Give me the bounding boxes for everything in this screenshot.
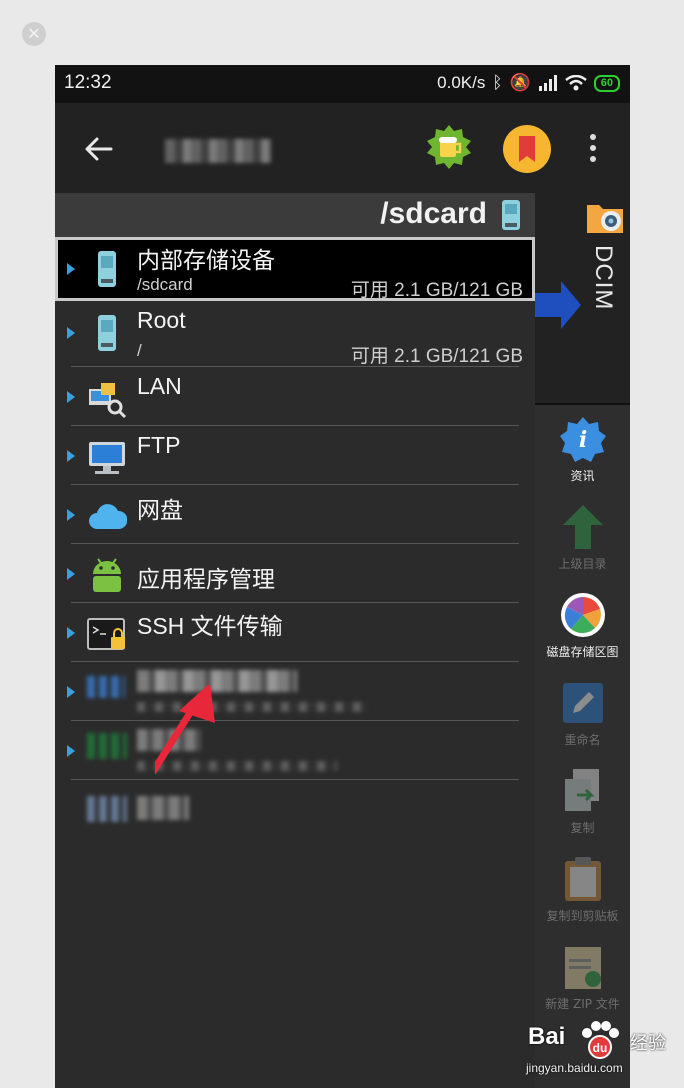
info-button[interactable]: i 资讯 (535, 415, 630, 484)
zip-icon (564, 947, 601, 989)
blurred-icon (87, 733, 127, 759)
bluetooth-icon: ᛒ (492, 73, 503, 92)
chevron-right-icon (67, 263, 75, 275)
chevron-right-icon (67, 568, 75, 580)
info-icon: i (559, 417, 606, 462)
sdcard-icon (98, 315, 116, 351)
camera-folder-icon (587, 205, 623, 233)
list-item[interactable]: FTP (55, 426, 535, 485)
toolbar (55, 103, 630, 193)
phone-screen: 12:32 0.0K/s ᛒ 🔕 60 /sdcard DCIM 内部存储设备 … (55, 65, 630, 1088)
pie-chart-icon (560, 593, 605, 637)
signal-icon (538, 75, 557, 91)
status-time: 12:32 (64, 72, 112, 93)
disk-map-label: 磁盘存储区图 (546, 645, 619, 659)
watermark-jingyan: 经验 (630, 1033, 666, 1054)
blurred-icon (87, 676, 125, 698)
current-path: /sdcard (380, 197, 487, 230)
svg-text:du: du (593, 1041, 608, 1055)
disk-map-button[interactable]: 磁盘存储区图 (535, 591, 630, 660)
status-icons: 0.0K/s ᛒ 🔕 60 (437, 73, 620, 93)
list-item-name: FTP (137, 432, 181, 458)
clipboard-icon (564, 857, 601, 901)
action-sidebar: i 资讯 上级目录 磁盘存储区图 重命名 复制 复制到剪贴板 新建 ZIP 文件 (535, 403, 630, 1088)
list-item-path: /sdcard (137, 275, 193, 294)
wifi-icon (564, 75, 587, 91)
new-zip-button[interactable]: 新建 ZIP 文件 (535, 943, 630, 1012)
forward-arrow-icon[interactable] (535, 279, 583, 331)
chevron-right-icon (67, 450, 75, 462)
lan-icon (89, 383, 127, 419)
more-menu-icon[interactable] (585, 133, 601, 163)
list-item[interactable]: 网盘 (55, 485, 535, 544)
list-item-name: SSH 文件传输 (137, 613, 283, 639)
copy-label: 复制 (570, 821, 595, 835)
blurred-title (165, 139, 271, 163)
blurred-list-item[interactable] (55, 780, 535, 839)
chevron-right-icon (67, 627, 75, 639)
blurred-list-item[interactable] (55, 721, 535, 780)
mute-icon: 🔕 (509, 73, 531, 92)
annotation-arrow-icon (155, 685, 215, 776)
svg-text:i: i (578, 427, 586, 453)
blurred-icon (87, 796, 127, 822)
list-item-path: / (137, 341, 142, 360)
list-item[interactable]: SSH 文件传输 (55, 603, 535, 662)
copy-to-clipboard-label: 复制到剪贴板 (546, 909, 619, 923)
status-bar: 12:32 0.0K/s ᛒ 🔕 60 (55, 65, 630, 103)
back-arrow-icon[interactable] (81, 131, 117, 167)
chevron-right-icon (67, 509, 75, 521)
dcim-panel[interactable]: DCIM (535, 193, 630, 403)
list-item-name: 网盘 (137, 497, 183, 523)
new-zip-label: 新建 ZIP 文件 (545, 997, 620, 1011)
chevron-right-icon (67, 391, 75, 403)
dcim-label: DCIM (590, 245, 617, 311)
list-item[interactable]: 应用程序管理 (55, 544, 535, 603)
parent-dir-button[interactable]: 上级目录 (535, 503, 630, 572)
copy-button[interactable]: 复制 (535, 767, 630, 836)
parent-dir-label: 上级目录 (558, 557, 607, 571)
list-item-name: Root (137, 307, 186, 333)
copy-icon (564, 769, 599, 811)
list-item-name: LAN (137, 373, 182, 399)
bookmark-icon[interactable] (503, 125, 551, 173)
list-item-name: 内部存储设备 (137, 247, 275, 273)
list-item-capacity: 可用 2.1 GB/121 GB (350, 346, 523, 367)
list-item-name: 应用程序管理 (137, 566, 275, 592)
watermark-url: jingyan.baidu.com (526, 1061, 623, 1075)
android-icon (93, 558, 121, 592)
sdcard-icon (502, 200, 520, 230)
chevron-right-icon (67, 745, 75, 757)
blurred-list-item[interactable] (55, 662, 535, 721)
beer-icon[interactable] (425, 123, 473, 171)
sdcard-icon (98, 251, 116, 287)
path-bar[interactable]: /sdcard (55, 193, 535, 237)
rename-label: 重命名 (564, 733, 601, 747)
monitor-icon (89, 442, 125, 474)
copy-to-clipboard-button[interactable]: 复制到剪贴板 (535, 855, 630, 924)
storage-list: 内部存储设备 /sdcard 可用 2.1 GB/121 GB Root / 可… (55, 237, 535, 1088)
terminal-lock-icon (87, 618, 125, 650)
cloud-icon (89, 504, 127, 529)
rename-icon (562, 683, 603, 723)
info-label: 资讯 (570, 469, 595, 483)
list-item[interactable]: LAN (55, 367, 535, 426)
battery-icon: 60 (593, 74, 620, 92)
baidu-watermark: Bai du 经验 jingyan.baidu.com (520, 1015, 680, 1085)
list-item[interactable]: 内部存储设备 /sdcard 可用 2.1 GB/121 GB (55, 237, 535, 301)
rename-button[interactable]: 重命名 (535, 679, 630, 748)
close-icon[interactable]: ✕ (22, 22, 46, 46)
chevron-right-icon (67, 327, 75, 339)
watermark-brand: Bai (528, 1023, 566, 1050)
chevron-right-icon (67, 686, 75, 698)
list-item[interactable]: Root / 可用 2.1 GB/121 GB (55, 301, 535, 367)
list-item-capacity: 可用 2.1 GB/121 GB (350, 280, 523, 301)
net-speed: 0.0K/s (437, 73, 486, 92)
paw-icon: du (582, 1021, 619, 1059)
up-arrow-icon (562, 505, 603, 549)
